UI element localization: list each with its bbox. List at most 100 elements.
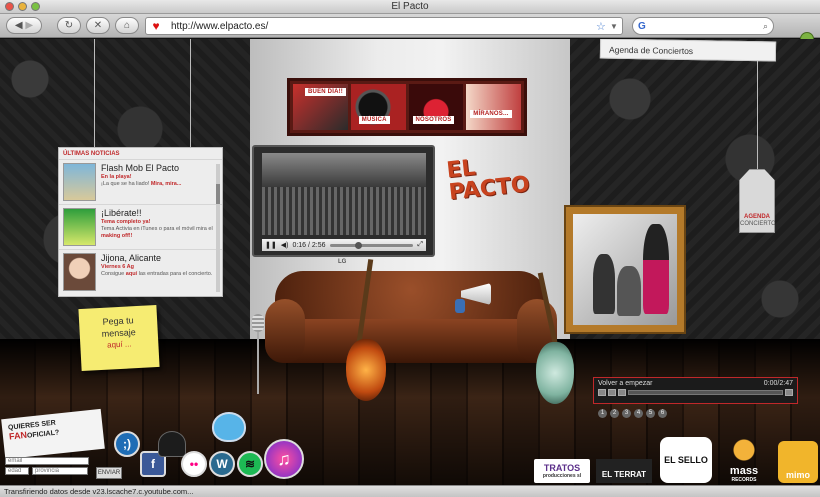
pause-icon[interactable]: ❚❚	[265, 241, 277, 249]
news-string	[94, 39, 95, 147]
submit-button[interactable]: ENVIAR	[96, 467, 122, 479]
film-camera-icon[interactable]	[158, 431, 186, 457]
address-bar[interactable]: ♥ http://www.elpacto.es/ ☆ ▼	[145, 17, 623, 35]
news-item[interactable]: Jijona, Alicante Viernes 6 Ag Consigue a…	[59, 250, 222, 295]
video-screen[interactable]	[262, 153, 426, 235]
google-search-engine-icon[interactable]: G	[638, 21, 652, 32]
wordpress-icon[interactable]: W	[209, 451, 235, 477]
news-string	[190, 39, 191, 147]
track-number-button[interactable]: 1	[598, 409, 607, 418]
site-favicon-heart-icon: ♥	[152, 19, 160, 33]
fullscreen-icon[interactable]: ⤢	[417, 241, 423, 249]
flickr-icon[interactable]: ••	[181, 451, 207, 477]
news-item[interactable]: ¡Libérate!! Tema completo ya! Tema Activ…	[59, 205, 222, 250]
news-link[interactable]: making off!!	[101, 233, 132, 239]
next-icon[interactable]	[618, 389, 626, 396]
tuenti-icon[interactable]: ;)	[114, 431, 140, 457]
play-icon[interactable]	[608, 389, 616, 396]
news-body-text: ¡La que se ha liado!	[101, 181, 151, 187]
volume-icon[interactable]: ◀)	[281, 241, 289, 249]
url-dropdown-icon[interactable]: ▼	[610, 22, 622, 31]
news-thumbnail-activia[interactable]	[63, 208, 96, 246]
mimo-logo[interactable]: mimo	[778, 441, 818, 483]
news-body-text: Tema Activia en iTunes o para el móvil m…	[101, 226, 213, 232]
news-title[interactable]: ¡Libérate!!	[101, 208, 218, 219]
fan-suffix: OFICIAL?	[26, 429, 60, 440]
bass-guitar-icon[interactable]	[340, 259, 390, 409]
email-field[interactable]	[5, 457, 89, 465]
news-link[interactable]: aquí	[126, 271, 137, 277]
search-magnifier-icon[interactable]: ⌕	[763, 21, 768, 32]
news-body: Tema Activia en iTunes o para el móvil m…	[101, 226, 218, 240]
menu-item-buen-dia[interactable]: BUEN DÍA!!	[293, 84, 348, 130]
prev-icon[interactable]	[598, 389, 606, 396]
stop-button[interactable]: ✕	[86, 17, 110, 34]
elsello-logo[interactable]: EL SELLO	[660, 437, 712, 483]
track-number-button[interactable]: 3	[622, 409, 631, 418]
track-number-button[interactable]: 5	[646, 409, 655, 418]
agenda-tag[interactable]: AGENDA CONCIERTOS	[739, 169, 775, 233]
agenda-tag-string	[757, 59, 758, 169]
sticky-note-message[interactable]: Pega tu mensaje aquí ...	[78, 305, 160, 371]
music-progress-bar[interactable]	[628, 390, 783, 395]
main-menu: BUEN DÍA!! MÚSICA NOSOTROS MÍRANOS...	[287, 78, 527, 136]
track-number-button[interactable]: 2	[610, 409, 619, 418]
forward-icon[interactable]: ▶	[25, 20, 33, 31]
tratos-logo[interactable]: TRATOS producciones sl	[534, 459, 590, 483]
agenda-conciertos-tab[interactable]: Agenda de Conciertos	[599, 39, 777, 62]
music-volume-icon[interactable]	[785, 389, 793, 396]
track-number-button[interactable]: 6	[658, 409, 667, 418]
menu-item-miranos[interactable]: MÍRANOS...	[466, 84, 521, 130]
back-icon[interactable]: ◀	[15, 20, 23, 31]
news-panel: ÚLTIMAS NOTICIAS Flash Mob El Pacto En l…	[58, 147, 223, 297]
news-scroll-thumb[interactable]	[216, 184, 220, 204]
province-field[interactable]	[32, 467, 88, 475]
video-progress-handle[interactable]	[354, 241, 362, 249]
video-controls: ❚❚ ◀) 0:16 / 2:56 ⤢	[262, 239, 426, 251]
news-body: Consigue aquí las entradas para el conci…	[101, 271, 212, 278]
track-number-button[interactable]: 4	[634, 409, 643, 418]
reload-button[interactable]: ↻	[57, 17, 81, 34]
news-thumbnail[interactable]	[63, 163, 96, 201]
menu-item-musica[interactable]: MÚSICA	[350, 84, 406, 130]
news-title[interactable]: Flash Mob El Pacto	[101, 163, 181, 174]
news-title[interactable]: Jijona, Alicante	[101, 253, 212, 264]
sofa-illustration	[265, 271, 557, 381]
fan-prefix: FAN	[8, 429, 28, 442]
url-text[interactable]: http://www.elpacto.es/	[171, 21, 596, 32]
news-body: ¡La que se ha liado! Mira, mira...	[101, 181, 181, 188]
news-subtitle: Viernes 6 Ag	[101, 264, 135, 270]
elterrat-logo[interactable]: EL TERRAT	[596, 439, 652, 483]
home-button[interactable]: ⌂	[115, 17, 139, 34]
title-bar: El Pacto	[0, 0, 820, 14]
browser-window: El Pacto ◀ ▶ ↻ ✕ ⌂ ♥ http://www.elpacto.…	[0, 0, 820, 497]
twitter-bird-icon[interactable]	[212, 412, 246, 442]
age-field[interactable]	[5, 467, 29, 475]
agenda-tag-title: AGENDA	[743, 214, 770, 220]
video-progress-bar[interactable]	[329, 241, 414, 249]
menu-item-nosotros[interactable]: NOSOTROS	[408, 84, 464, 130]
video-time: 0:16 / 2:56	[292, 241, 326, 249]
window-title: El Pacto	[391, 1, 429, 12]
browser-toolbar: ◀ ▶ ↻ ✕ ⌂ ♥ http://www.elpacto.es/ ☆ ▼ G…	[0, 14, 820, 46]
menu-label: NOSOTROS	[412, 116, 455, 124]
back-forward-buttons[interactable]: ◀ ▶	[6, 17, 42, 34]
news-link[interactable]: Mira, mira...	[151, 181, 182, 187]
page-content: BUEN DÍA!! MÚSICA NOSOTROS MÍRANOS... ❚❚…	[0, 39, 820, 485]
itunes-icon[interactable]: ♫	[264, 439, 304, 479]
search-bar[interactable]: G ⌕	[632, 17, 774, 35]
mass-records-logo[interactable]: mass RECORDS	[716, 439, 772, 483]
news-scrollbar[interactable]	[216, 164, 220, 292]
sofa-seat	[265, 319, 557, 363]
el-pacto-logo[interactable]: EL PACTO	[445, 150, 555, 213]
menu-label: MÍRANOS...	[470, 110, 512, 118]
megaphone-icon[interactable]	[455, 275, 495, 315]
status-bar: Transfiriendo datos desde v23.lscache7.c…	[0, 485, 820, 497]
brand-sub: RECORDS	[731, 477, 757, 483]
news-thumbnail[interactable]	[63, 253, 96, 291]
news-item[interactable]: Flash Mob El Pacto En la playa! ¡La que …	[59, 160, 222, 205]
search-input[interactable]	[652, 20, 763, 32]
spotify-icon[interactable]: ≋	[237, 451, 263, 477]
band-photo-frame[interactable]	[566, 207, 684, 332]
bookmark-star-icon[interactable]: ☆	[596, 20, 610, 33]
